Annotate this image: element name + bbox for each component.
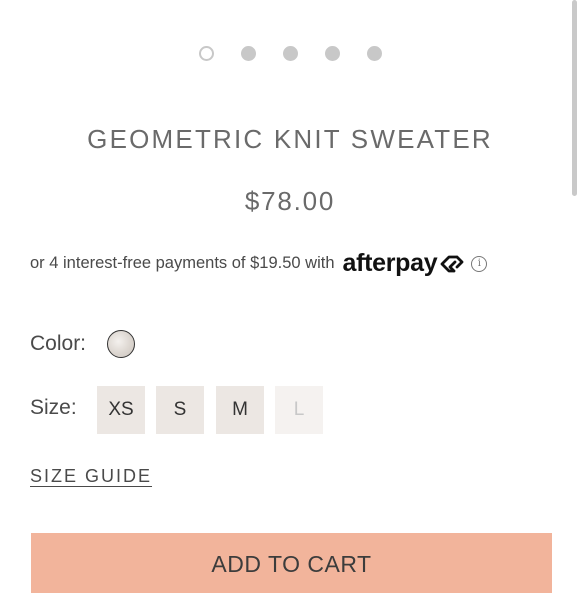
afterpay-arrows-icon	[440, 255, 464, 272]
size-option-l: L	[275, 386, 323, 434]
size-option-xs[interactable]: XS	[97, 386, 145, 434]
image-carousel-indicators	[0, 46, 580, 61]
scrollbar[interactable]	[572, 0, 577, 196]
afterpay-text: or 4 interest-free payments of $19.50 wi…	[30, 254, 335, 272]
afterpay-logo-text: afterpay	[342, 249, 438, 277]
size-option-m[interactable]: M	[216, 386, 264, 434]
afterpay-logo[interactable]: afterpay	[343, 249, 466, 278]
size-label: Size:	[30, 396, 77, 419]
size-guide-link[interactable]: SIZE GUIDE	[30, 466, 152, 487]
info-icon[interactable]: i	[471, 255, 488, 272]
product-title: GEOMETRIC KNIT SWEATER	[87, 124, 493, 154]
carousel-dot-3[interactable]	[282, 46, 298, 61]
carousel-dot-2[interactable]	[240, 46, 256, 61]
carousel-dot-4[interactable]	[324, 46, 340, 61]
carousel-dot-1[interactable]	[198, 46, 214, 61]
color-label: Color:	[30, 332, 87, 355]
carousel-dot-5[interactable]	[366, 46, 382, 61]
afterpay-installments: or 4 interest-free payments of $19.50 wi…	[30, 249, 488, 278]
size-option-s[interactable]: S	[156, 386, 204, 434]
color-swatch-cream[interactable]	[107, 330, 135, 358]
add-to-cart-button[interactable]: ADD TO CART	[31, 533, 552, 593]
product-price: $78.00	[244, 186, 336, 216]
